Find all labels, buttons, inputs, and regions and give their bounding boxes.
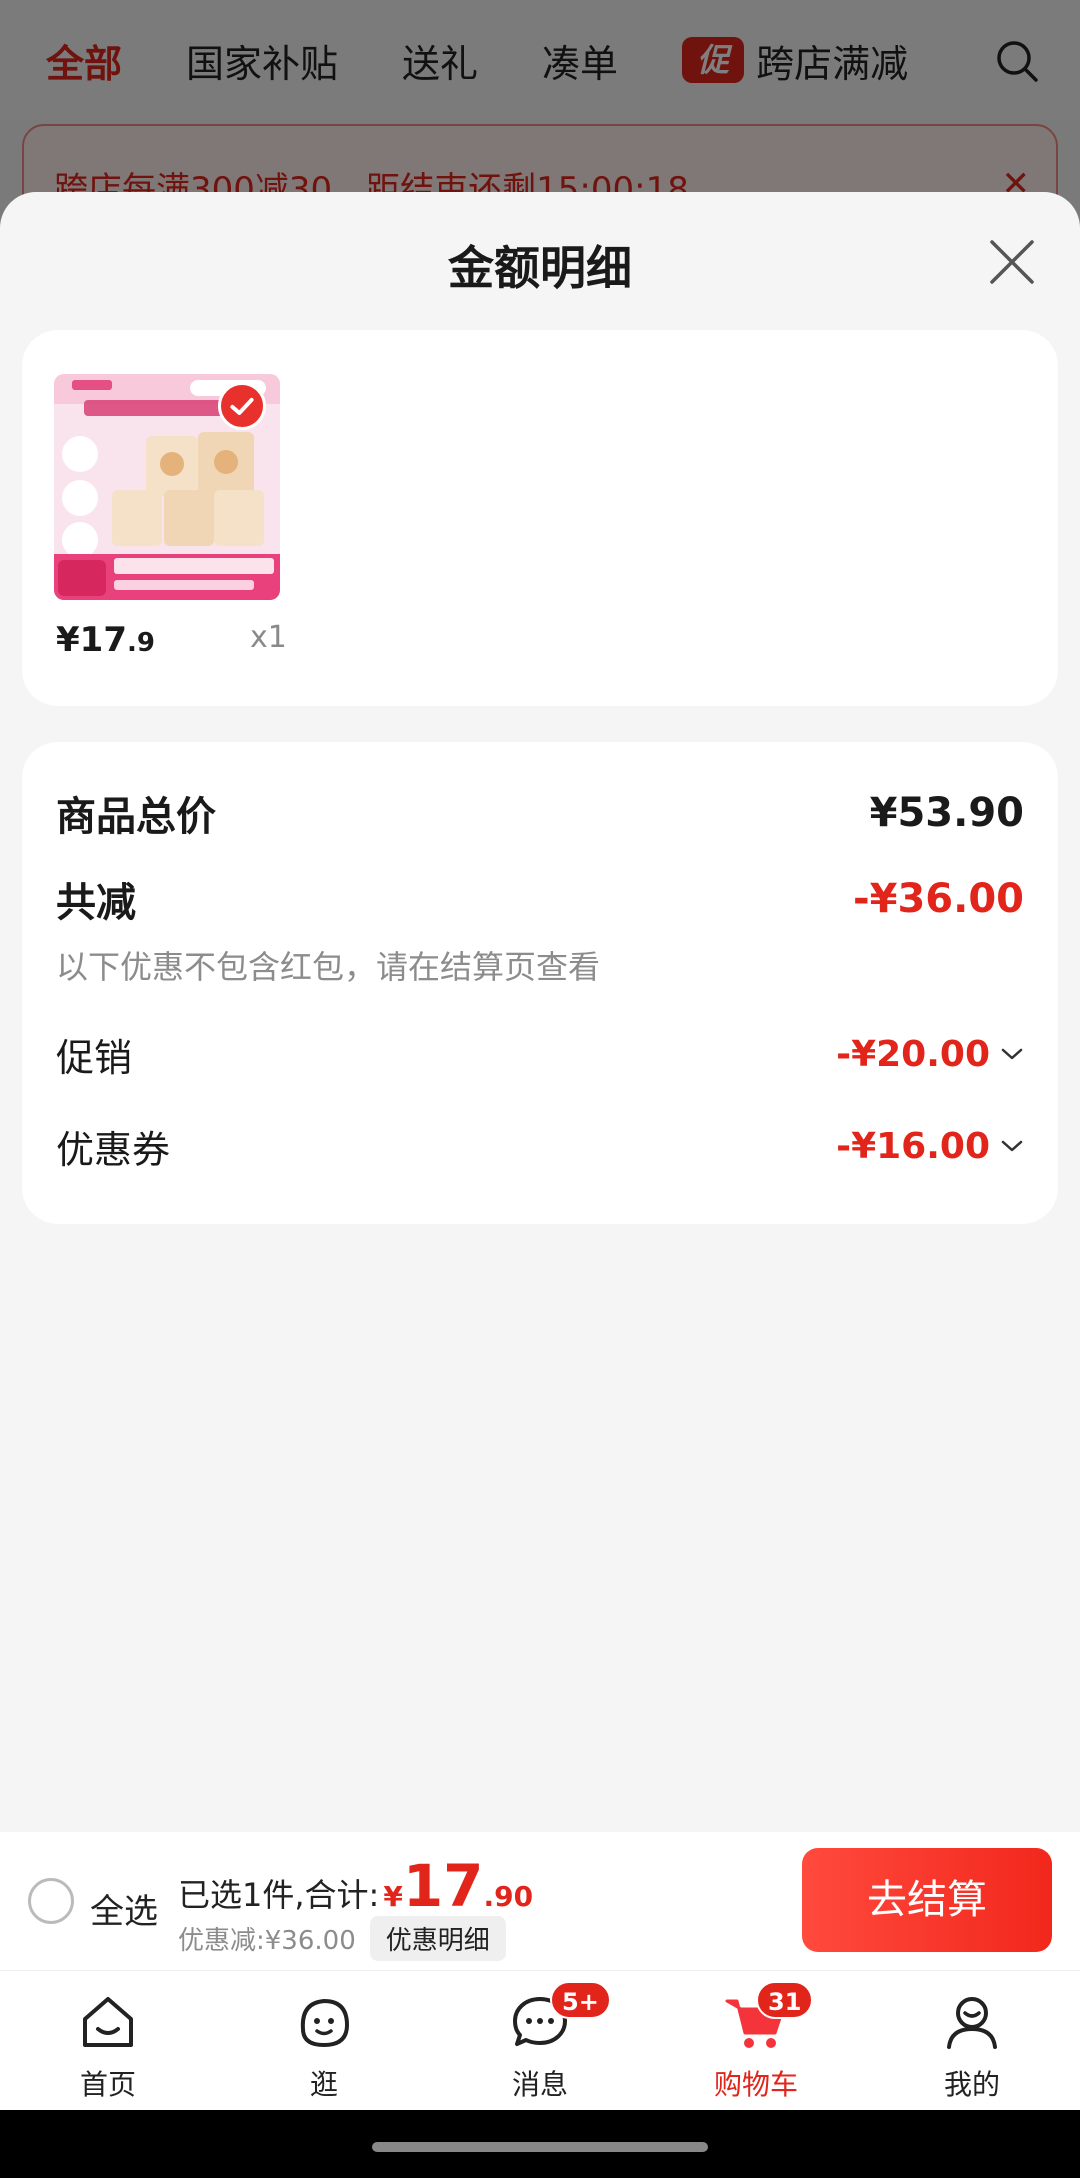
total-reduction-value: -¥36.00 xyxy=(853,876,1024,922)
close-icon[interactable] xyxy=(984,234,1040,290)
tab-browse[interactable]: 逛 xyxy=(216,1971,432,2110)
message-badge: 5+ xyxy=(550,1981,611,2019)
system-home-bar xyxy=(0,2110,1080,2178)
coupon-value: -¥16.00 xyxy=(836,1126,1024,1167)
bottom-tab-bar: 首页 逛 5+ 消息 31 购物车 我的 xyxy=(0,1970,1080,2110)
total-decimal: .90 xyxy=(483,1880,534,1913)
cart-badge: 31 xyxy=(756,1981,814,2019)
tab-messages[interactable]: 5+ 消息 xyxy=(432,1971,648,2110)
total-currency: ¥ xyxy=(383,1880,403,1913)
product-price-int: ¥17 xyxy=(56,620,127,660)
selected-total: 已选1件,合计: ¥ 17 .90 xyxy=(178,1852,533,1920)
discount-text: 优惠减:¥36.00 xyxy=(178,1926,356,1956)
checkout-button[interactable]: 去结算 xyxy=(802,1848,1052,1952)
total-reduction-row: 共减 -¥36.00 xyxy=(56,864,1024,934)
discount-line: 优惠减:¥36.00 优惠明细 xyxy=(178,1916,506,1961)
total-price-row: 商品总价 ¥53.90 xyxy=(56,778,1024,848)
total-reduction-label: 共减 xyxy=(56,880,136,926)
tab-browse-label: 逛 xyxy=(309,2068,338,2101)
product-card: ¥17.9 x1 xyxy=(22,330,1058,706)
profile-icon xyxy=(947,1997,997,2049)
red-packet-note: 以下优惠不包含红包，请在结算页查看 xyxy=(56,948,601,986)
promotion-label: 促销 xyxy=(56,1035,133,1080)
coupon-row[interactable]: 优惠券 -¥16.00 xyxy=(56,1116,1024,1176)
checkout-bar: 全选 已选1件,合计: ¥ 17 .90 优惠减:¥36.00 优惠明细 去结算 xyxy=(0,1832,1080,1970)
total-integer: 17 xyxy=(402,1852,484,1920)
total-price-label: 商品总价 xyxy=(56,794,216,840)
coupon-label: 优惠券 xyxy=(56,1127,171,1172)
discount-detail-button[interactable]: 优惠明细 xyxy=(369,1916,506,1961)
promotion-amount: -¥20.00 xyxy=(836,1033,990,1075)
select-all-checkbox[interactable] xyxy=(28,1878,74,1924)
tab-home[interactable]: 首页 xyxy=(0,1971,216,2110)
selected-check-icon[interactable] xyxy=(218,382,266,430)
select-all-label[interactable]: 全选 xyxy=(90,1884,158,1933)
product-price: ¥17.9 xyxy=(56,620,155,660)
home-icon xyxy=(83,1997,133,2047)
promotion-row[interactable]: 促销 -¥20.00 xyxy=(56,1024,1024,1084)
tab-messages-label: 消息 xyxy=(511,2068,568,2101)
amount-detail-card: 商品总价 ¥53.90 共减 -¥36.00 以下优惠不包含红包，请在结算页查看… xyxy=(22,742,1058,1224)
product-price-dec: .9 xyxy=(126,628,155,658)
home-indicator[interactable] xyxy=(372,2142,708,2152)
promotion-value: -¥20.00 xyxy=(836,1034,1024,1075)
chevron-down-icon[interactable] xyxy=(1000,1139,1024,1153)
product-quantity: x1 xyxy=(250,620,287,655)
tab-cart[interactable]: 31 购物车 xyxy=(648,1971,864,2110)
tab-home-label: 首页 xyxy=(79,2068,136,2101)
tab-cart-label: 购物车 xyxy=(713,2068,798,2101)
selected-count-text: 已选1件,合计: xyxy=(178,1876,380,1914)
sheet-title: 金额明细 xyxy=(448,241,632,295)
total-price-value: ¥53.90 xyxy=(869,790,1024,836)
tab-profile[interactable]: 我的 xyxy=(864,1971,1080,2110)
tab-profile-label: 我的 xyxy=(943,2068,1000,2101)
chevron-down-icon[interactable] xyxy=(1000,1047,1024,1061)
browse-icon xyxy=(300,1998,350,2048)
coupon-amount: -¥16.00 xyxy=(836,1125,990,1167)
